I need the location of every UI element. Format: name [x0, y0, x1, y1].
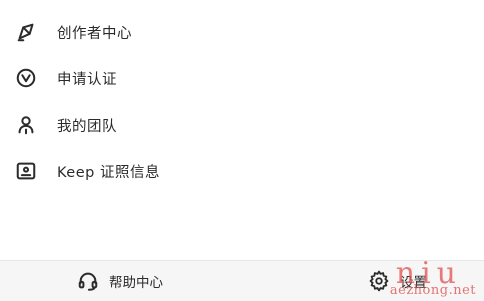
- gear-icon: [367, 269, 391, 293]
- menu-item-label: 创作者中心: [57, 25, 132, 42]
- help-center-button[interactable]: 帮助中心: [76, 261, 163, 301]
- headset-icon: [76, 269, 100, 293]
- creator-center-icon: [14, 20, 38, 44]
- menu-item-my-team[interactable]: 我的团队: [0, 105, 484, 145]
- footer-bar: 帮助中心 设置: [0, 260, 484, 301]
- team-icon: [14, 113, 38, 137]
- menu-item-label: 申请认证: [57, 71, 117, 88]
- menu-item-apply-verification[interactable]: 申请认证: [0, 58, 484, 98]
- menu-item-label: 我的团队: [57, 118, 117, 135]
- license-icon: [14, 159, 38, 183]
- menu-item-keep-license[interactable]: Keep 证照信息: [0, 151, 484, 191]
- settings-button[interactable]: 设置: [367, 261, 427, 301]
- verify-icon: [14, 66, 38, 90]
- menu-item-label: Keep 证照信息: [57, 164, 160, 181]
- help-center-label: 帮助中心: [109, 275, 163, 291]
- menu-item-creator-center[interactable]: 创作者中心: [0, 12, 484, 52]
- settings-label: 设置: [400, 275, 427, 291]
